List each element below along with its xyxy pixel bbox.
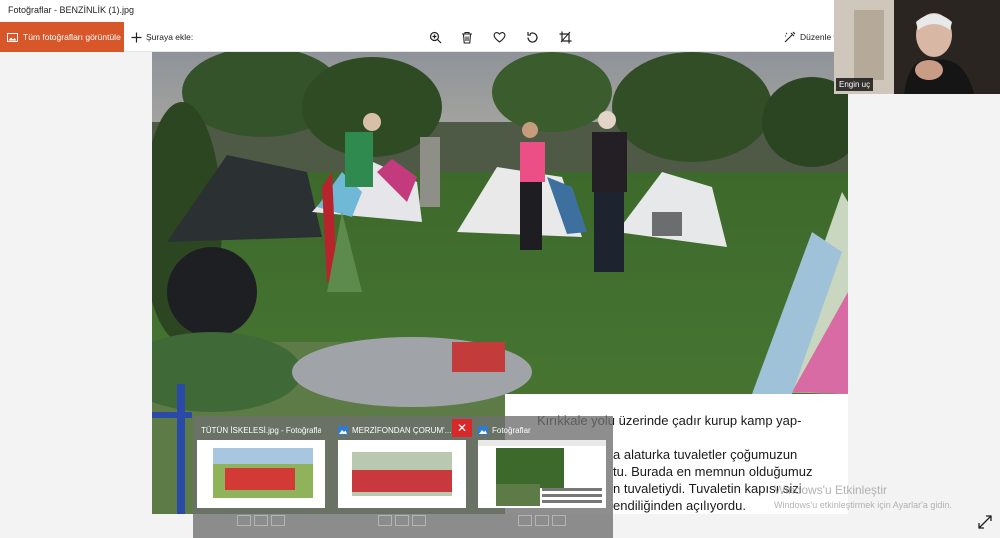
preview-tutun-iskelesi[interactable]: TÜTÜN İSKELESİ.jpg - Fotoğraflar [193, 420, 325, 526]
photos-app-icon [478, 425, 488, 435]
previous-icon[interactable] [237, 515, 251, 526]
favorite-button[interactable] [490, 28, 508, 46]
edit-wand-icon [784, 31, 796, 43]
add-to-button[interactable]: Şuraya ekle: [131, 22, 193, 52]
play-icon[interactable] [535, 515, 549, 526]
add-to-label: Şuraya ekle: [146, 32, 194, 42]
photos-app-icon [338, 425, 348, 435]
close-preview-button[interactable]: ✕ [452, 419, 472, 437]
next-icon[interactable] [552, 515, 566, 526]
activation-watermark-subtitle: Windows'u etkinleştirmek için Ayarlar'a … [774, 500, 952, 510]
webcam-video-tile: Engin uç [834, 0, 1000, 94]
zoom-icon [429, 31, 441, 43]
close-icon: ✕ [456, 421, 468, 435]
gallery-icon [7, 32, 18, 42]
heart-icon [493, 32, 505, 43]
view-all-photos-label: Tüm fotoğrafları görüntüle [23, 32, 121, 42]
edit-button[interactable]: Düzenle v [784, 22, 838, 52]
previous-icon[interactable] [378, 515, 392, 526]
preview-label: MERZİFONDAN ÇORUM'... [352, 425, 452, 435]
preview-merzifondan-corum[interactable]: MERZİFONDAN ÇORUM'... [334, 420, 466, 526]
delete-button[interactable] [458, 28, 476, 46]
preview-label: Fotoğraflar [492, 425, 531, 435]
preview-thumbnail [478, 440, 606, 508]
rotate-button[interactable] [523, 28, 541, 46]
fullscreen-button[interactable] [977, 514, 993, 530]
preview-fotograflar[interactable]: Fotoğraflar [474, 420, 606, 526]
trash-icon [462, 31, 472, 44]
activation-watermark-title: Windows'u Etkinleştir [774, 483, 887, 497]
preview-thumbnail [338, 440, 466, 508]
taskbar-window-previews: TÜTÜN İSKELESİ.jpg - Fotoğraflar MERZİFO… [193, 416, 613, 538]
next-icon[interactable] [271, 515, 285, 526]
expand-icon [978, 515, 992, 529]
plus-icon [131, 32, 142, 42]
window-title: Fotoğraflar - BENZİNLİK (1).jpg [8, 5, 135, 15]
play-icon[interactable] [395, 515, 409, 526]
crop-icon [559, 31, 571, 43]
crop-button[interactable] [556, 28, 574, 46]
participant-name: Engin uç [836, 78, 874, 91]
edit-label: Düzenle v [800, 32, 838, 42]
play-icon[interactable] [254, 515, 268, 526]
rotate-icon [526, 31, 538, 43]
next-icon[interactable] [412, 515, 426, 526]
preview-thumbnail [197, 440, 325, 508]
zoom-button[interactable] [426, 28, 444, 46]
preview-label: TÜTÜN İSKELESİ.jpg - Fotoğraflar [201, 425, 321, 435]
view-all-photos-button[interactable]: Tüm fotoğrafları görüntüle [0, 22, 124, 52]
previous-icon[interactable] [518, 515, 532, 526]
photos-app: Fotoğraflar - BENZİNLİK (1).jpg Tüm foto… [0, 0, 1000, 538]
